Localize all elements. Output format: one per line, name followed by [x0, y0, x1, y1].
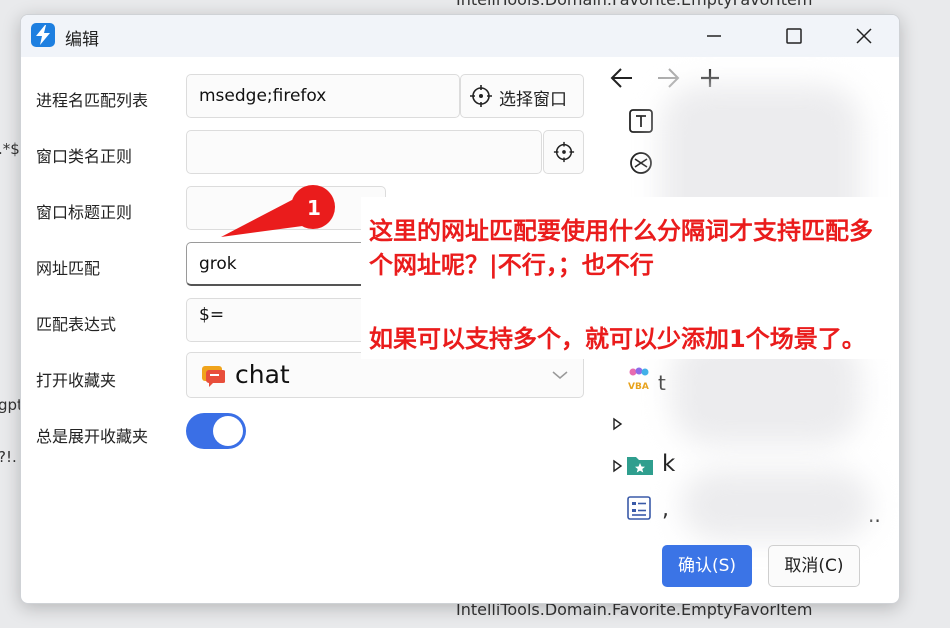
expand-arrow-icon [613, 459, 623, 473]
window-title-label: 窗口标题正则 [36, 203, 133, 222]
tree-item-vba-label: t [658, 371, 666, 395]
match-expression-input[interactable]: $= [186, 298, 386, 342]
pick-class-button[interactable] [543, 130, 584, 174]
annotation-callout: 这里的网址匹配要使用什么分隔词才支持匹配多 个网址呢？|不行，；也不行 如果可以… [361, 197, 899, 359]
svg-text:VBA: VBA [628, 382, 649, 392]
confirm-button[interactable]: 确认(S) [662, 545, 752, 587]
tree-item-folder-label: k [662, 451, 676, 477]
background-fragment-1: .*$ [0, 140, 20, 158]
annotation-line-2: 个网址呢？|不行，；也不行 [369, 251, 654, 279]
process-list-label: 进程名匹配列表 [36, 91, 149, 110]
url-match-input[interactable]: grok [186, 242, 386, 286]
favorites-selected: chat [235, 360, 290, 389]
annotation-line-1: 这里的网址匹配要使用什么分隔词才支持匹配多 [369, 217, 873, 245]
background-text-top: IntelliTools.Domain.Favorite.EmptyFavorI… [456, 0, 812, 9]
folder-star-icon [627, 457, 653, 475]
network-icon [630, 152, 652, 174]
title-bar[interactable]: 编辑 [21, 15, 899, 57]
privacy-blur-bottom [681, 470, 871, 540]
chat-icon [202, 366, 225, 387]
minimize-icon [707, 35, 721, 37]
window-class-input[interactable] [186, 130, 542, 174]
expand-arrow-icon [613, 417, 623, 431]
close-icon [856, 28, 872, 44]
always-expand-label: 总是展开收藏夹 [36, 427, 149, 446]
crosshair-icon [553, 141, 575, 163]
forward-arrow-icon[interactable] [655, 67, 681, 89]
list-icon [627, 496, 651, 520]
match-expression-label: 匹配表达式 [36, 315, 117, 334]
cancel-button[interactable]: 取消(C) [768, 545, 860, 587]
window-class-label: 窗口类名正则 [36, 147, 133, 166]
toggle-knob [213, 416, 243, 446]
select-window-label: 选择窗口 [499, 90, 567, 110]
svg-text:1: 1 [307, 196, 321, 220]
tree-item-list-label: , [662, 497, 669, 522]
chevron-down-icon [552, 371, 568, 379]
back-arrow-icon[interactable] [609, 67, 635, 89]
maximize-icon [786, 28, 802, 44]
annotation-pointer: 1 [221, 185, 335, 237]
background-fragment-3: ?!. [0, 448, 17, 466]
process-list-input[interactable]: msedge;firefox [186, 74, 460, 118]
app-lightning-icon [31, 23, 55, 47]
open-favorites-label: 打开收藏夹 [36, 371, 117, 390]
close-button[interactable] [839, 15, 889, 57]
url-match-label: 网址匹配 [36, 259, 101, 278]
vba-icon: VBA [628, 367, 649, 392]
select-window-button[interactable]: 选择窗口 [460, 74, 584, 118]
text-icon [629, 109, 653, 133]
maximize-button[interactable] [769, 15, 819, 57]
crosshair-icon [470, 85, 492, 107]
minimize-button[interactable] [689, 15, 739, 57]
annotation-line-3: 如果可以支持多个，就可以少添加1个场景了。 [369, 325, 866, 353]
window-title: 编辑 [65, 30, 99, 50]
edit-dialog: 编辑 进程名匹配列表 msedge;firefox 选择窗口 窗口类名正则 窗口… [20, 14, 900, 604]
always-expand-toggle[interactable] [186, 413, 246, 449]
